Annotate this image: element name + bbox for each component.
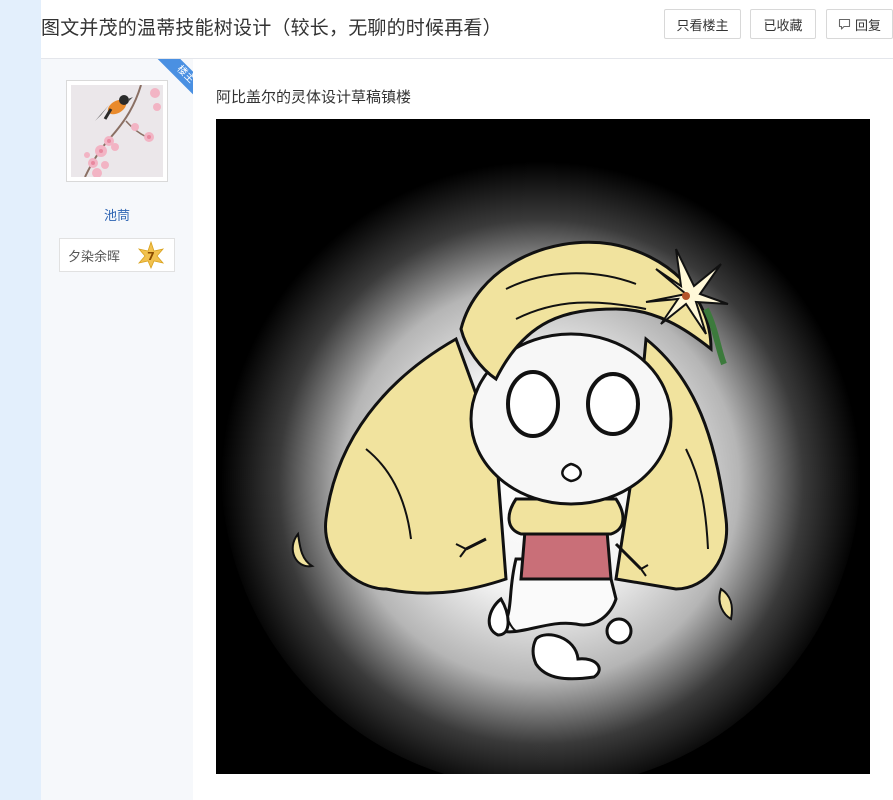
- level-badge[interactable]: 夕染余晖 7: [59, 238, 175, 272]
- level-number: 7: [147, 250, 155, 263]
- post-text: 阿比盖尔的灵体设计草稿镇楼: [216, 88, 412, 106]
- avatar[interactable]: [66, 80, 168, 182]
- thread-title: 图文并茂的温蒂技能树设计（较长，无聊的时候再看）: [41, 17, 502, 39]
- reply-button[interactable]: 回复: [826, 9, 893, 39]
- username-link[interactable]: 池茼: [41, 205, 193, 224]
- level-star-icon: 7: [137, 240, 165, 270]
- thread-header: 图文并茂的温蒂技能树设计（较长，无聊的时候再看） 只看楼主 已收藏 回复: [41, 0, 893, 59]
- post-image[interactable]: [216, 119, 870, 774]
- author-sidebar: 楼主 池茼 夕染余晖 7: [41, 59, 193, 800]
- reply-label: 回复: [854, 18, 881, 34]
- avatar-image: [71, 85, 163, 177]
- comment-icon: [838, 18, 851, 31]
- favorited-button[interactable]: 已收藏: [750, 9, 816, 39]
- only-op-button[interactable]: 只看楼主: [664, 9, 741, 39]
- level-title: 夕染余晖: [68, 249, 121, 265]
- left-background-strip: [0, 0, 41, 800]
